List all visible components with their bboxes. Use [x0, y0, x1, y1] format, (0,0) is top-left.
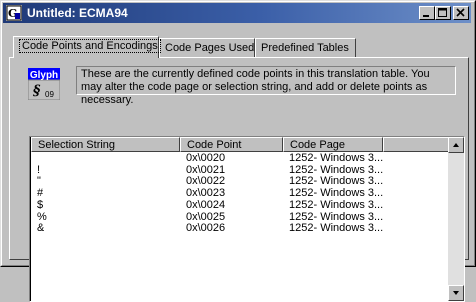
- table-row[interactable]: 0x\0020 1252- Windows 3...: [30, 153, 450, 164]
- tab-label: Code Pages Used: [165, 42, 255, 54]
- table-row[interactable]: % 0x\0025 1252- Windows 3...: [30, 212, 450, 223]
- arrow-up-icon: [453, 143, 459, 147]
- scroll-down-button[interactable]: [448, 285, 464, 301]
- app-icon: G: [6, 5, 22, 21]
- cell-selection-string: &: [37, 223, 45, 235]
- column-header-label: Code Point: [187, 139, 242, 151]
- cell-code-point: 0x\0024: [186, 199, 226, 211]
- cell-code-point: 0x\0021: [186, 164, 226, 176]
- glyph-icon-sample: 09: [45, 90, 54, 99]
- cell-selection-string: #: [37, 188, 44, 200]
- maximize-button[interactable]: [435, 6, 451, 20]
- tab-code-points-and-encodings[interactable]: Code Points and Encodings: [13, 36, 161, 58]
- cell-code-page: 1252- Windows 3...: [289, 153, 384, 164]
- column-header-code-page[interactable]: Code Page: [283, 137, 383, 152]
- minimize-icon: [423, 15, 429, 17]
- window-title: Untitled: ECMA94: [27, 6, 128, 20]
- maximize-icon: [438, 8, 447, 17]
- cell-code-point: 0x\0025: [186, 211, 226, 223]
- tab-label: Predefined Tables: [261, 42, 349, 54]
- description-text: These are the currently defined code poi…: [76, 66, 456, 106]
- tab-code-pages-used[interactable]: Code Pages Used: [159, 38, 255, 58]
- close-button[interactable]: [453, 6, 469, 20]
- cell-selection-string: $: [37, 199, 44, 211]
- cell-code-page: 1252- Windows 3...: [289, 199, 384, 211]
- cell-code-page: 1252- Windows 3...: [289, 188, 384, 200]
- table-row[interactable]: ! 0x\0021 1252- Windows 3...: [30, 165, 450, 176]
- cell-selection-string: %: [37, 211, 47, 223]
- column-header-label: Selection String: [38, 139, 116, 151]
- column-header-code-point[interactable]: Code Point: [180, 137, 283, 152]
- glyph-icon-label: Glyph: [30, 70, 58, 81]
- tab-panel: Glyph § 09 These are the currently defin…: [9, 57, 469, 302]
- table-row[interactable]: #0x\0023 1252- Windows 3...: [30, 188, 450, 199]
- close-icon: [456, 8, 465, 17]
- title-bar[interactable]: G Untitled: ECMA94: [3, 3, 471, 23]
- cell-code-page: 1252- Windows 3...: [289, 211, 384, 223]
- svg-text:§: §: [33, 83, 41, 99]
- arrow-down-icon: [453, 291, 459, 295]
- table-row[interactable]: & 0x\0026 1252- Windows 3...: [30, 223, 450, 234]
- scroll-up-button[interactable]: [448, 137, 464, 153]
- minimize-button[interactable]: [419, 6, 435, 20]
- vertical-scrollbar[interactable]: [448, 137, 464, 301]
- application-window: G Untitled: ECMA94 Code Points and Encod…: [0, 0, 476, 302]
- column-header-empty: [383, 137, 449, 152]
- table-row[interactable]: " 0x\0022 1252- Windows 3...: [30, 176, 450, 187]
- cell-code-point: 0x\0020: [186, 153, 226, 164]
- column-header-selection-string[interactable]: Selection String: [31, 137, 180, 152]
- cell-code-page: 1252- Windows 3...: [289, 164, 384, 176]
- cell-selection-string: !: [37, 164, 41, 176]
- tab-label: Code Points and Encodings: [19, 39, 161, 53]
- cell-code-point: 0x\0023: [186, 188, 226, 200]
- tab-predefined-tables[interactable]: Predefined Tables: [255, 38, 356, 58]
- glyph-icon: Glyph § 09: [28, 68, 60, 100]
- code-points-list[interactable]: Selection String Code Point Code Page 0x…: [29, 136, 465, 302]
- cell-code-point: 0x\0022: [186, 176, 226, 188]
- cell-code-page: 1252- Windows 3...: [289, 176, 384, 188]
- table-row[interactable]: $0x\0024 1252- Windows 3...: [30, 200, 450, 211]
- cell-code-point: 0x\0026: [186, 223, 226, 235]
- cell-selection-string: ": [37, 176, 41, 188]
- column-header-label: Code Page: [290, 139, 346, 151]
- cell-code-page: 1252- Windows 3...: [289, 223, 384, 235]
